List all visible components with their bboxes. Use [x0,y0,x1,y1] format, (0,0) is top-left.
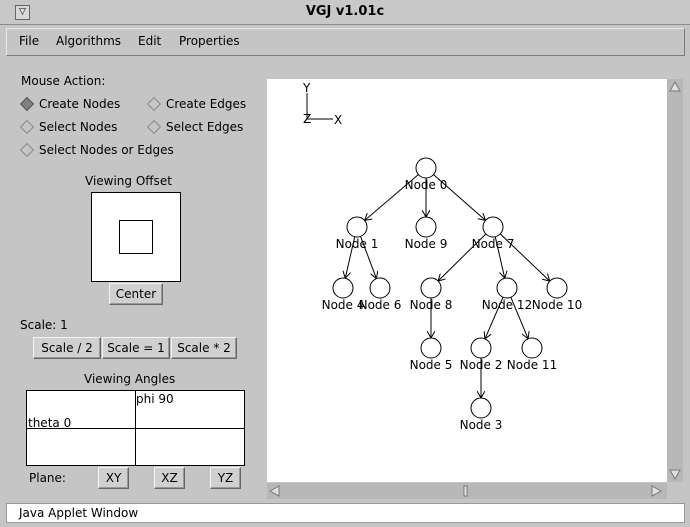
viewing-angles-label: Viewing Angles [84,372,176,386]
horizontal-scrollbar-graphics [268,485,663,497]
scroll-left-arrow-icon[interactable] [268,485,280,497]
node-circle[interactable] [332,277,354,299]
mouse-action-label: Mouse Action: [21,74,106,88]
node-circle[interactable] [415,157,437,179]
node-label: Node 0 [405,178,448,192]
node-label: Node 6 [359,298,402,312]
graph-node[interactable]: Node 7 [472,216,515,251]
menu-edit[interactable]: Edit [138,34,161,48]
plane-xz-button[interactable]: XZ [154,467,185,489]
scale-label: Scale: 1 [20,318,68,332]
scale-double-button[interactable]: Scale * 2 [171,337,237,359]
graph-node[interactable]: Node 1 [336,216,379,251]
radio-label: Select Nodes or Edges [39,143,174,157]
radio-label: Select Edges [166,120,244,134]
plane-xy-button[interactable]: XY [98,467,129,489]
radio-label: Select Nodes [39,120,118,134]
axis-indicator: Y Z X [302,81,342,127]
scroll-thumb[interactable] [463,485,468,497]
center-button[interactable]: Center [109,283,163,305]
graph-node[interactable]: Node 11 [507,337,557,372]
title-bar: ▽ VGJ v1.01c [0,0,690,25]
node-circle[interactable] [420,337,442,359]
radio-indicator [146,119,162,135]
vertical-scrollbar-graphics [669,80,681,481]
graph-canvas[interactable]: Y Z X Node 0 Node 1 Node 9 Node 7 Node 4 Node… [267,79,667,482]
radio-indicator [146,96,162,112]
offset-handle[interactable] [119,220,153,254]
node-label: Node 7 [472,237,515,251]
node-circle[interactable] [470,337,492,359]
node-label: Node 11 [507,358,557,372]
graph-svg: Y Z X Node 0Node 1 Node 9 Node 7Node 4Node… [302,81,582,432]
radio-label: Create Edges [166,97,247,111]
node-label: Node 9 [405,237,448,251]
radio-label: Create Nodes [39,97,121,111]
radio-indicator [19,119,35,135]
node-label: Node 2 [460,358,503,372]
node-label: Node 8 [410,298,453,312]
graph-node[interactable]: Node 5 [410,337,453,372]
graph-node[interactable]: Node 6 [359,277,402,312]
radio-indicator [19,96,35,112]
scale-reset-button[interactable]: Scale = 1 [102,337,170,359]
window-title: VGJ v1.01c [305,4,385,19]
viewing-offset-pad[interactable] [91,192,181,282]
graph-node[interactable]: Node 2 [460,337,503,372]
node-label: Node 5 [410,358,453,372]
node-circle[interactable] [546,277,568,299]
menu-bar: File Algorithms Edit Properties [6,28,685,56]
graph-node[interactable]: Node 0 [405,157,448,192]
node-circle[interactable] [521,337,543,359]
node-circle[interactable] [420,277,442,299]
horizontal-scrollbar[interactable] [267,483,667,499]
phi-label: phi 90 [136,392,174,406]
status-bar: Java Applet Window [6,503,685,523]
menu-file[interactable]: File [19,34,39,48]
graph-node[interactable]: Node 9 [405,216,448,251]
theta-label: theta 0 [28,416,72,430]
node-circle[interactable] [496,277,518,299]
menu-properties[interactable]: Properties [179,34,240,48]
node-circle[interactable] [415,216,437,238]
node-circle[interactable] [346,216,368,238]
axis-x-label: X [334,113,342,127]
node-label: Node 1 [336,237,379,251]
vertical-scrollbar[interactable] [667,79,683,482]
scroll-down-arrow-icon[interactable] [669,469,681,481]
menu-algorithms[interactable]: Algorithms [56,34,121,48]
scroll-right-arrow-icon[interactable] [651,485,663,497]
graph-node[interactable]: Node 3 [460,397,503,432]
scroll-up-arrow-icon[interactable] [669,80,681,92]
viewing-angles-pad[interactable]: phi 90 theta 0 [26,390,245,466]
status-text: Java Applet Window [19,506,139,520]
plane-label: Plane: [29,471,66,485]
node-label: Node 3 [460,418,503,432]
scale-half-button[interactable]: Scale / 2 [33,337,101,359]
graph-node[interactable]: Node 10 [532,277,582,312]
radio-indicator [19,142,35,158]
graph-node[interactable]: Node 8 [410,277,453,312]
node-circle[interactable] [369,277,391,299]
axis-y-label: Y [302,81,311,95]
axis-z-label: Z [303,112,311,126]
viewing-offset-label: Viewing Offset [85,174,172,188]
node-label: Node 12 [482,298,532,312]
node-circle[interactable] [470,397,492,419]
plane-yz-button[interactable]: YZ [210,467,241,489]
node-circle[interactable] [482,216,504,238]
scrollbar-corner [667,483,683,499]
node-label: Node 10 [532,298,582,312]
graph-nodes: Node 0Node 1 Node 9 Node 7Node 4Node 6 Node… [322,157,582,432]
graph-node[interactable]: Node 12 [482,277,532,312]
